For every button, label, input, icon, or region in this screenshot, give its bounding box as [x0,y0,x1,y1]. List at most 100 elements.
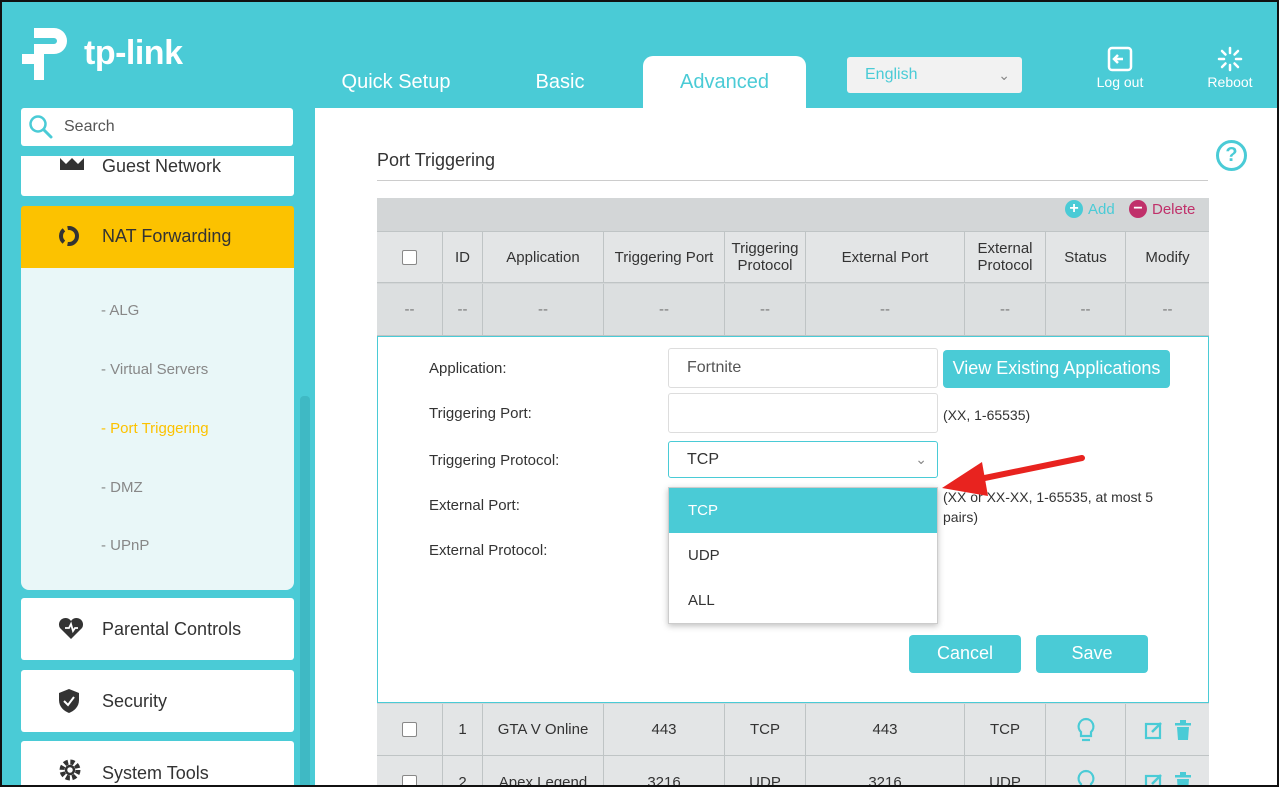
application-field[interactable]: Fortnite [668,348,938,388]
minus-icon: − [1129,200,1147,218]
external-port-label: External Port: [429,497,520,514]
sidebar-subitem-virtual-servers[interactable]: - Virtual Servers [101,361,208,378]
table-row-new: -- -- -- -- -- -- -- -- -- [377,284,1209,336]
chevron-down-icon: ⌄ [998,67,1010,83]
table-cell: 3216 [604,756,725,787]
table-cell: UDP [725,756,806,787]
table-cell: 2 [443,756,483,787]
triggering-port-field[interactable] [668,393,938,433]
reboot-button[interactable]: Reboot [1195,46,1265,90]
main-panel: Port Triggering ? + Add − Delete ID Appl… [315,108,1279,787]
modify-cell [1126,704,1209,755]
triggering-protocol-label: Triggering Protocol: [429,452,560,469]
row-checkbox[interactable] [402,774,417,787]
external-port-hint: (XX or XX-XX, 1-65535, at most 5 pairs) [943,489,1154,525]
language-select[interactable]: English ⌄ [847,57,1022,93]
brand-name: tp-link [84,33,183,72]
table-cell: 443 [806,704,965,755]
tab-basic[interactable]: Basic [500,56,620,108]
triggering-port-label: Triggering Port: [429,405,532,422]
row-checkbox[interactable] [402,722,417,737]
sidebar-item-nat-forwarding[interactable]: NAT Forwarding [21,206,294,268]
table-cell: -- [1162,301,1173,318]
triggering-protocol-select[interactable]: TCP ⌄ [668,441,938,478]
sidebar-item-label: Security [102,691,168,711]
header-select-all[interactable] [377,232,443,282]
reboot-icon [1217,46,1243,72]
lightbulb-icon[interactable] [1076,769,1096,787]
cancel-button[interactable]: Cancel [909,635,1021,673]
table-cell: -- [443,284,483,335]
col-triggering-protocol: Triggering Protocol [725,232,806,282]
table-row: 1 GTA V Online 443 TCP 443 TCP [377,704,1209,756]
sidebar-item-label: System Tools [102,763,209,783]
col-modify: Modify [1145,248,1190,266]
guest-network-icon [60,158,84,170]
table-header: ID Application Triggering Port Triggerin… [377,231,1209,283]
logout-button[interactable]: Log out [1085,46,1155,90]
dropdown-option-udp[interactable]: UDP [669,533,937,578]
table-cell: -- [377,284,443,335]
col-external-protocol: External Protocol [965,232,1046,282]
table-cell: Apex Legend [483,756,604,787]
reboot-label: Reboot [1207,74,1253,90]
search-input[interactable]: Search [21,108,293,146]
add-button[interactable]: + Add [1065,200,1115,218]
trash-icon[interactable] [1174,772,1192,787]
logout-label: Log out [1096,74,1144,90]
application-label: Application: [429,360,507,377]
table-cell: -- [965,284,1046,335]
table-cell: TCP [725,704,806,755]
trash-icon[interactable] [1174,719,1192,740]
sidebar-subitem-dmz[interactable]: - DMZ [101,479,143,496]
tab-quick-setup[interactable]: Quick Setup [328,56,464,108]
table-cell: 3216 [806,756,965,787]
sidebar-item-label: Parental Controls [102,619,242,639]
sidebar-item-parental-controls[interactable]: Parental Controls [21,598,294,660]
tab-advanced[interactable]: Advanced [643,56,806,108]
table-cell: -- [483,284,604,335]
shield-icon [59,689,79,713]
table-cell: -- [1046,284,1126,335]
nat-submenu: - ALG - Virtual Servers - Port Triggerin… [21,268,294,590]
sidebar-scrollbar[interactable] [300,396,310,787]
delete-button[interactable]: − Delete [1129,200,1195,218]
sidebar-item-system-tools[interactable]: System Tools [21,741,294,787]
sidebar-item-label: NAT Forwarding [102,226,232,246]
edit-icon[interactable] [1144,720,1164,740]
table-cell: 443 [604,704,725,755]
sidebar-subitem-port-triggering[interactable]: - Port Triggering [101,420,209,437]
search-placeholder: Search [64,118,115,135]
nat-forwarding-icon [59,226,79,246]
lightbulb-icon[interactable] [1076,717,1096,743]
edit-icon[interactable] [1144,772,1164,787]
dropdown-option-tcp[interactable]: TCP [669,488,937,533]
col-triggering-port: Triggering Port [604,232,725,282]
page-title: Port Triggering [377,150,496,170]
tp-link-logo-icon [20,24,82,86]
status-cell [1046,704,1126,755]
external-protocol-label: External Protocol: [429,542,548,559]
dropdown-option-all[interactable]: ALL [669,578,937,623]
view-existing-applications-button[interactable]: View Existing Applications [943,350,1170,388]
port-triggering-table: + Add − Delete ID Application Triggering… [377,198,1209,787]
sidebar-subitem-alg[interactable]: - ALG [101,302,139,319]
col-application: Application [483,232,604,282]
table-cell: -- [806,284,965,335]
row-select[interactable] [377,756,443,787]
sidebar-item-label: Guest Network [102,156,222,176]
sidebar-item-security[interactable]: Security [21,670,294,732]
save-button[interactable]: Save [1036,635,1148,673]
search-icon [29,115,53,139]
sidebar: Search Guest Network NAT Forwarding - AL… [0,108,315,787]
sidebar-item-guest-network[interactable]: Guest Network [21,156,294,196]
protocol-dropdown-menu: TCP UDP ALL [668,487,938,624]
delete-label: Delete [1152,200,1196,218]
language-value: English [865,66,918,83]
select-all-checkbox[interactable] [402,249,417,265]
sidebar-subitem-upnp[interactable]: - UPnP [101,537,149,554]
row-select[interactable] [377,704,443,755]
col-status: Status [1046,232,1126,282]
table-cell: 1 [443,704,483,755]
help-icon[interactable]: ? [1216,140,1247,171]
